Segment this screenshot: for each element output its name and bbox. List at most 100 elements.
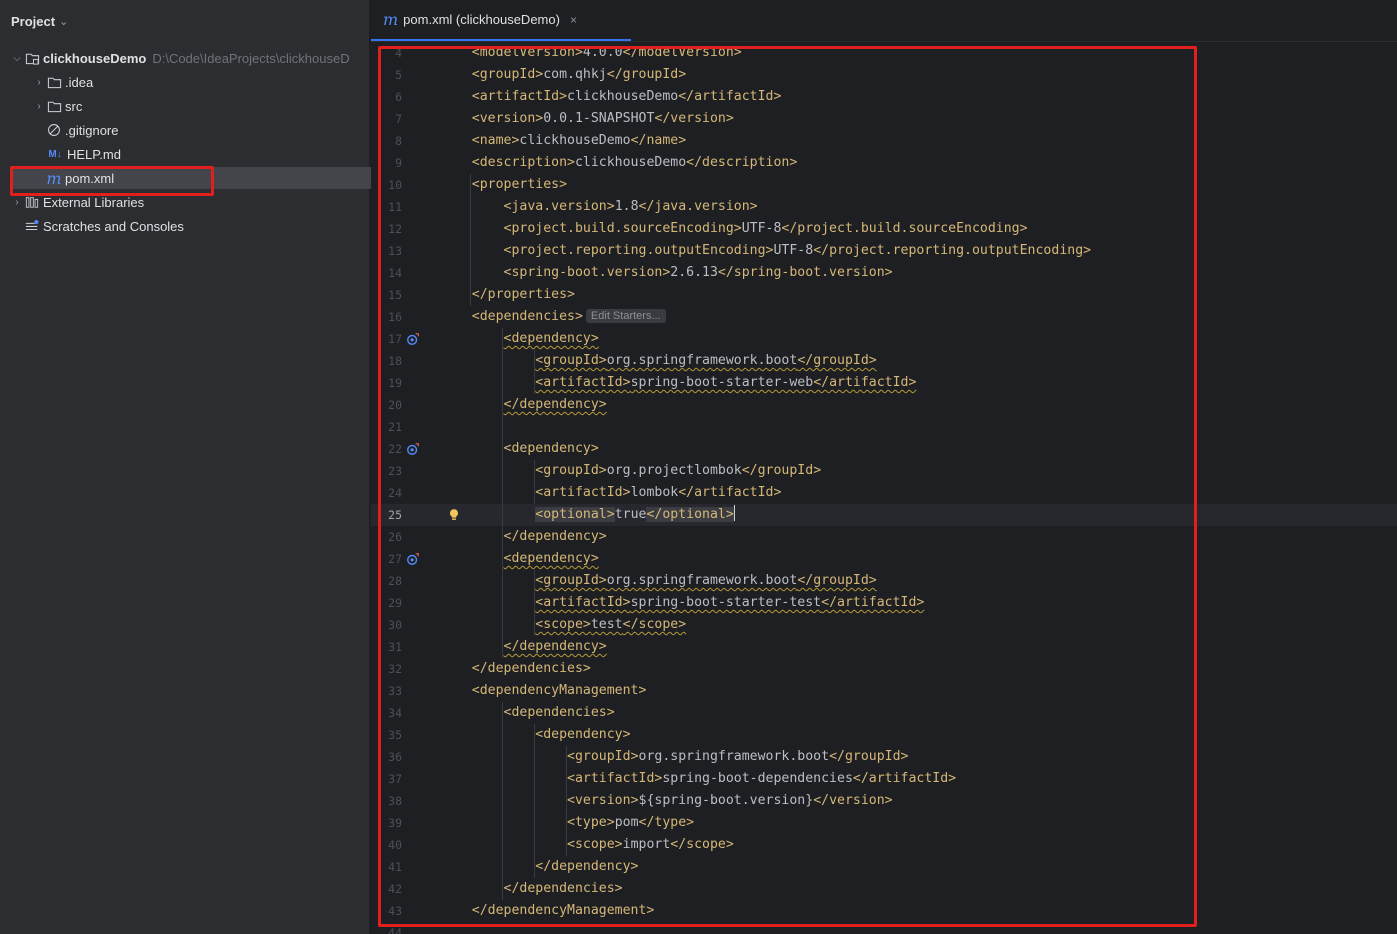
edit-starters-hint[interactable]: Edit Starters... (585, 309, 666, 323)
code-text[interactable]: <java.version>1.8</java.version> (440, 196, 758, 218)
code-text[interactable]: <groupId>org.springframework.boot</group… (440, 746, 908, 768)
code-line[interactable]: 17 <dependency> (371, 328, 1397, 350)
code-text[interactable]: </dependency> (440, 394, 607, 416)
code-text[interactable]: <dependencies> (440, 702, 615, 724)
code-line[interactable]: 23 <groupId>org.projectlombok</groupId> (371, 460, 1397, 482)
line-number[interactable]: 18 (371, 350, 402, 372)
code-text[interactable]: <name>clickhouseDemo</name> (440, 130, 686, 152)
code-text[interactable]: </dependency> (440, 526, 607, 548)
code-text[interactable]: </dependencies> (440, 878, 623, 900)
line-number[interactable]: 34 (371, 702, 402, 724)
code-line[interactable]: 7 <version>0.0.1-SNAPSHOT</version> (371, 108, 1397, 130)
line-number[interactable]: 6 (371, 86, 402, 108)
line-number[interactable]: 26 (371, 526, 402, 548)
line-number[interactable]: 15 (371, 284, 402, 306)
code-line[interactable]: 9 <description>clickhouseDemo</descripti… (371, 152, 1397, 174)
line-number[interactable]: 39 (371, 812, 402, 834)
close-icon[interactable]: × (570, 13, 577, 27)
code-line[interactable]: 15 </properties> (371, 284, 1397, 306)
code-text[interactable]: <groupId>org.springframework.boot</group… (440, 350, 876, 372)
code-line[interactable]: 30 <scope>test</scope> (371, 614, 1397, 636)
code-line[interactable]: 18 <groupId>org.springframework.boot</gr… (371, 350, 1397, 372)
code-line[interactable]: 38 <version>${spring-boot.version}</vers… (371, 790, 1397, 812)
code-editor[interactable]: 4 <modelVersion>4.0.0</modelVersion> 5 <g… (371, 42, 1397, 934)
code-line[interactable]: 32 </dependencies> (371, 658, 1397, 680)
line-number[interactable]: 14 (371, 262, 402, 284)
line-number[interactable]: 37 (371, 768, 402, 790)
chevron-right-icon[interactable]: › (10, 197, 24, 208)
dependency-target-icon[interactable] (406, 552, 420, 566)
code-text[interactable]: <artifactId>spring-boot-starter-test</ar… (440, 592, 924, 614)
code-line[interactable]: 5 <groupId>com.qhkj</groupId> (371, 64, 1397, 86)
code-line[interactable]: 28 <groupId>org.springframework.boot</gr… (371, 570, 1397, 592)
line-number[interactable]: 10 (371, 174, 402, 196)
line-number[interactable]: 8 (371, 130, 402, 152)
line-number[interactable]: 9 (371, 152, 402, 174)
line-number[interactable]: 44 (371, 922, 402, 934)
code-text[interactable]: <groupId>com.qhkj</groupId> (440, 64, 686, 86)
code-text[interactable]: </dependencyManagement> (440, 900, 655, 922)
line-number[interactable]: 20 (371, 394, 402, 416)
chevron-down-icon[interactable]: ⌵ (10, 53, 24, 64)
code-text[interactable]: <dependencyManagement> (440, 680, 647, 702)
chevron-right-icon[interactable]: › (32, 101, 46, 112)
code-line[interactable]: 34 <dependencies> (371, 702, 1397, 724)
code-line[interactable]: 44 (371, 922, 1397, 934)
code-line[interactable]: 24 <artifactId>lombok</artifactId> (371, 482, 1397, 504)
line-number[interactable]: 38 (371, 790, 402, 812)
code-line[interactable]: 22 <dependency> (371, 438, 1397, 460)
line-number[interactable]: 22 (371, 438, 402, 460)
code-text[interactable]: <groupId>org.projectlombok</groupId> (440, 460, 821, 482)
code-line[interactable]: 39 <type>pom</type> (371, 812, 1397, 834)
dependency-target-icon[interactable] (406, 332, 420, 346)
tree-item-gitignore[interactable]: .gitignore (10, 119, 394, 141)
tree-item-help-md[interactable]: M↓ HELP.md (10, 143, 394, 165)
code-text[interactable]: <dependency> (440, 724, 630, 746)
line-number[interactable]: 19 (371, 372, 402, 394)
code-line[interactable]: 19 <artifactId>spring-boot-starter-web</… (371, 372, 1397, 394)
chevron-right-icon[interactable]: › (32, 77, 46, 88)
code-text[interactable]: <dependencies> Edit Starters... (440, 306, 666, 328)
code-text[interactable]: <dependency> (440, 328, 599, 350)
code-text[interactable]: </properties> (440, 284, 575, 306)
code-line[interactable]: 43 </dependencyManagement> (371, 900, 1397, 922)
code-line[interactable]: 6 <artifactId>clickhouseDemo</artifactId… (371, 86, 1397, 108)
line-number[interactable]: 33 (371, 680, 402, 702)
line-number[interactable]: 42 (371, 878, 402, 900)
code-text[interactable]: <dependency> (440, 438, 599, 460)
code-line[interactable]: 21 (371, 416, 1397, 438)
line-number[interactable]: 24 (371, 482, 402, 504)
code-text[interactable]: <spring-boot.version>2.6.13</spring-boot… (440, 262, 893, 284)
code-line[interactable]: 8 <name>clickhouseDemo</name> (371, 130, 1397, 152)
code-text[interactable]: <scope>test</scope> (440, 614, 686, 636)
code-line[interactable]: 36 <groupId>org.springframework.boot</gr… (371, 746, 1397, 768)
code-line[interactable]: 33 <dependencyManagement> (371, 680, 1397, 702)
code-line[interactable]: 35 <dependency> (371, 724, 1397, 746)
line-number[interactable]: 12 (371, 218, 402, 240)
code-text[interactable]: <modelVersion>4.0.0</modelVersion> (440, 42, 742, 64)
code-line[interactable]: 4 <modelVersion>4.0.0</modelVersion> (371, 42, 1397, 64)
line-number[interactable]: 5 (371, 64, 402, 86)
line-number[interactable]: 11 (371, 196, 402, 218)
line-number[interactable]: 23 (371, 460, 402, 482)
line-number[interactable]: 35 (371, 724, 402, 746)
line-number[interactable]: 36 (371, 746, 402, 768)
code-line[interactable]: 42 </dependencies> (371, 878, 1397, 900)
line-number[interactable]: 4 (371, 42, 402, 64)
code-line[interactable]: 25 <optional>true</optional> (371, 504, 1397, 526)
code-text[interactable]: <type>pom</type> (440, 812, 694, 834)
code-text[interactable]: </dependency> (440, 856, 638, 878)
code-line[interactable]: 26 </dependency> (371, 526, 1397, 548)
code-text[interactable]: <version>0.0.1-SNAPSHOT</version> (440, 108, 734, 130)
code-line[interactable]: 27 <dependency> (371, 548, 1397, 570)
line-number[interactable]: 17 (371, 328, 402, 350)
line-number[interactable]: 28 (371, 570, 402, 592)
code-line[interactable]: 12 <project.build.sourceEncoding>UTF-8</… (371, 218, 1397, 240)
line-number[interactable]: 13 (371, 240, 402, 262)
code-text[interactable]: <artifactId>clickhouseDemo</artifactId> (440, 86, 782, 108)
code-line[interactable]: 31 </dependency> (371, 636, 1397, 658)
line-number[interactable]: 31 (371, 636, 402, 658)
line-number[interactable]: 25 (371, 504, 402, 526)
code-text[interactable]: <artifactId>spring-boot-starter-web</art… (440, 372, 916, 394)
tree-item-idea[interactable]: › .idea (10, 71, 380, 93)
